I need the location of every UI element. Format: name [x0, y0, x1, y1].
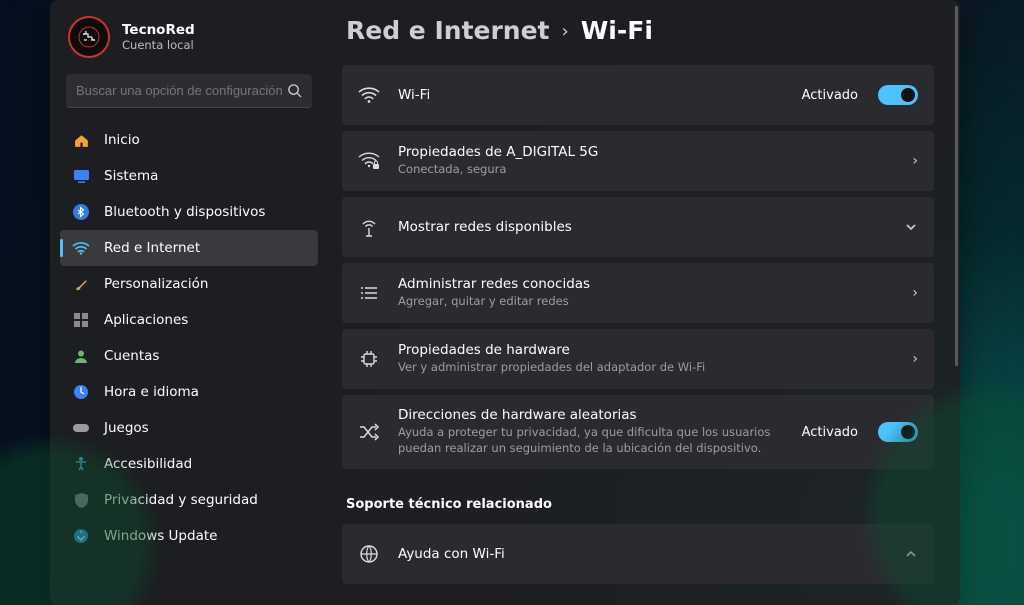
bluetooth-icon — [72, 203, 90, 221]
antenna-icon — [358, 217, 380, 237]
card-network-properties[interactable]: Propiedades de A_DIGITAL 5G Conectada, s… — [342, 131, 934, 191]
chip-icon — [358, 349, 380, 369]
card-help-wifi[interactable]: Ayuda con Wi-Fi — [342, 524, 934, 584]
main-panel: Red e Internet › Wi-Fi Wi-Fi Activado Pr… — [328, 0, 960, 605]
card-known-networks[interactable]: Administrar redes conocidas Agregar, qui… — [342, 263, 934, 323]
sidebar-item-accesibilidad[interactable]: Accesibilidad — [60, 446, 318, 482]
search-box[interactable] — [66, 74, 312, 108]
chevron-up-icon — [904, 547, 918, 561]
chevron-down-icon — [904, 220, 918, 234]
card-title: Direcciones de hardware aleatorias — [398, 407, 784, 423]
sidebar-item-red[interactable]: Red e Internet — [60, 230, 318, 266]
sidebar-item-label: Hora e idioma — [104, 384, 199, 400]
search-input[interactable] — [76, 83, 287, 98]
accessibility-icon — [72, 455, 90, 473]
support-heading: Soporte técnico relacionado — [342, 475, 934, 524]
brush-icon — [72, 275, 90, 293]
card-subtitle: Ayuda a proteger tu privacidad, ya que d… — [398, 425, 778, 456]
sidebar-item-hora[interactable]: Hora e idioma — [60, 374, 318, 410]
breadcrumb-current: Wi-Fi — [581, 16, 653, 45]
wifi-status-label: Activado — [802, 88, 858, 103]
sidebar-item-label: Red e Internet — [104, 240, 200, 256]
breadcrumb: Red e Internet › Wi-Fi — [342, 14, 934, 65]
wifi-icon — [358, 86, 380, 104]
gamepad-icon — [72, 419, 90, 437]
chevron-right-icon: › — [912, 153, 918, 169]
update-icon — [72, 527, 90, 545]
chevron-right-icon: › — [912, 285, 918, 301]
card-subtitle: Conectada, segura — [398, 162, 778, 178]
card-title: Propiedades de A_DIGITAL 5G — [398, 144, 894, 160]
card-show-networks[interactable]: Mostrar redes disponibles — [342, 197, 934, 257]
chevron-right-icon: › — [562, 21, 569, 42]
sidebar-item-label: Sistema — [104, 168, 158, 184]
breadcrumb-parent[interactable]: Red e Internet — [346, 16, 550, 45]
settings-window: TecnoRed Cuenta local Inicio Sistema Blu… — [50, 0, 960, 605]
globe-help-icon — [358, 544, 380, 564]
sidebar-item-cuentas[interactable]: Cuentas — [60, 338, 318, 374]
system-icon — [72, 167, 90, 185]
home-icon — [72, 131, 90, 149]
chevron-right-icon: › — [912, 351, 918, 367]
sidebar-item-label: Personalización — [104, 276, 209, 292]
card-subtitle: Ver y administrar propiedades del adapta… — [398, 360, 778, 376]
card-title: Administrar redes conocidas — [398, 276, 894, 292]
apps-icon — [72, 311, 90, 329]
card-wifi-toggle[interactable]: Wi-Fi Activado — [342, 65, 934, 125]
wifi-lock-icon — [358, 151, 380, 171]
search-icon — [287, 83, 302, 98]
sidebar-item-juegos[interactable]: Juegos — [60, 410, 318, 446]
sidebar-item-label: Accesibilidad — [104, 456, 192, 472]
sidebar-nav: Inicio Sistema Bluetooth y dispositivos … — [54, 120, 324, 556]
profile-subtitle: Cuenta local — [122, 38, 195, 52]
card-title: Propiedades de hardware — [398, 342, 894, 358]
sidebar-item-aplicaciones[interactable]: Aplicaciones — [60, 302, 318, 338]
shield-icon — [72, 491, 90, 509]
sidebar-item-label: Aplicaciones — [104, 312, 188, 328]
list-icon — [358, 285, 380, 301]
profile-name: TecnoRed — [122, 22, 195, 38]
avatar-circuit-icon — [77, 25, 101, 49]
sidebar-item-inicio[interactable]: Inicio — [60, 122, 318, 158]
wifi-toggle[interactable] — [878, 85, 918, 105]
card-title: Wi-Fi — [398, 87, 784, 103]
card-title: Ayuda con Wi-Fi — [398, 546, 886, 562]
network-icon — [72, 239, 90, 257]
sidebar-item-update[interactable]: Windows Update — [60, 518, 318, 554]
sidebar-item-bluetooth[interactable]: Bluetooth y dispositivos — [60, 194, 318, 230]
accounts-icon — [72, 347, 90, 365]
sidebar-item-label: Privacidad y seguridad — [104, 492, 258, 508]
avatar — [68, 16, 110, 58]
randmac-toggle[interactable] — [878, 422, 918, 442]
sidebar-item-label: Juegos — [104, 420, 149, 436]
clock-globe-icon — [72, 383, 90, 401]
card-hardware-properties[interactable]: Propiedades de hardware Ver y administra… — [342, 329, 934, 389]
sidebar-item-label: Inicio — [104, 132, 140, 148]
card-title: Mostrar redes disponibles — [398, 219, 886, 235]
randmac-status-label: Activado — [802, 425, 858, 440]
sidebar-item-label: Windows Update — [104, 528, 217, 544]
card-subtitle: Agregar, quitar y editar redes — [398, 294, 778, 310]
shuffle-icon — [358, 423, 380, 441]
profile-block[interactable]: TecnoRed Cuenta local — [54, 4, 324, 72]
sidebar-item-label: Cuentas — [104, 348, 159, 364]
card-random-mac[interactable]: Direcciones de hardware aleatorias Ayuda… — [342, 395, 934, 469]
sidebar-item-privacidad[interactable]: Privacidad y seguridad — [60, 482, 318, 518]
sidebar: TecnoRed Cuenta local Inicio Sistema Blu… — [50, 0, 328, 605]
sidebar-item-label: Bluetooth y dispositivos — [104, 204, 265, 220]
sidebar-item-sistema[interactable]: Sistema — [60, 158, 318, 194]
sidebar-item-personalizacion[interactable]: Personalización — [60, 266, 318, 302]
